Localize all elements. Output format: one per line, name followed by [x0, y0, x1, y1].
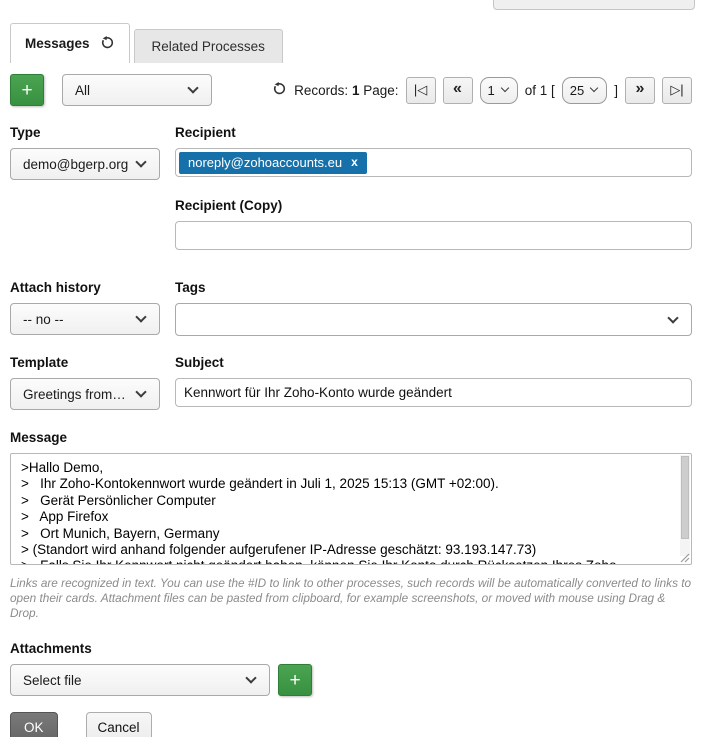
records-label: Records: 1 Page: — [294, 83, 398, 98]
page-select-value: 1 — [488, 83, 495, 98]
type-select[interactable]: demo@bgerp.org — [10, 148, 160, 180]
per-page-select[interactable]: 25 — [562, 77, 607, 104]
form-row-history-tags: Attach history -- no -- Tags — [10, 280, 692, 336]
plus-icon: + — [21, 81, 32, 100]
toolbar: + All Records: 1 Page: |◁ « 1 of 1 [ 25 — [10, 74, 692, 106]
tab-related-processes[interactable]: Related Processes — [134, 29, 283, 63]
filter-select-value: All — [75, 83, 181, 98]
refresh-icon[interactable] — [100, 35, 115, 53]
form-row-type-recipient: Type demo@bgerp.org Recipient noreply@zo… — [10, 125, 692, 180]
template-label: Template — [10, 355, 160, 370]
tab-messages-label: Messages — [25, 36, 90, 51]
chevron-down-icon — [500, 84, 508, 92]
form-row-recipient-copy: Recipient (Copy) — [10, 198, 692, 250]
next-page-button[interactable]: » — [625, 77, 655, 104]
filter-select[interactable]: All — [62, 74, 212, 106]
attachments-label: Attachments — [10, 641, 692, 656]
chevron-down-icon — [245, 673, 256, 684]
first-page-icon: |◁ — [414, 82, 427, 98]
resize-grip-icon[interactable] — [680, 550, 690, 568]
attachments-section: Attachments Select file + — [10, 641, 692, 696]
tags-label: Tags — [175, 280, 692, 295]
subject-label: Subject — [175, 355, 692, 370]
attach-history-label: Attach history — [10, 280, 160, 295]
cancel-button[interactable]: Cancel — [86, 712, 152, 737]
page-select[interactable]: 1 — [480, 77, 518, 104]
first-page-button[interactable]: |◁ — [406, 77, 436, 104]
attach-history-select[interactable]: -- no -- — [10, 303, 160, 335]
pagination: Records: 1 Page: |◁ « 1 of 1 [ 25 ] » ▷| — [272, 77, 692, 104]
form-actions: OK Cancel — [10, 712, 692, 737]
hint-text: Links are recognized in text. You can us… — [10, 576, 692, 621]
chevron-down-icon — [187, 82, 198, 93]
prev-page-button[interactable]: « — [443, 77, 473, 104]
form-row-template-subject: Template Greetings from B... Subject — [10, 355, 692, 410]
plus-icon: + — [289, 671, 300, 690]
subject-input[interactable] — [175, 378, 692, 407]
chip-remove-icon[interactable]: x — [351, 155, 358, 169]
message-section: Message >Hallo Demo, > Ihr Zoho-Kontoken… — [10, 430, 692, 621]
prev-page-icon: « — [453, 80, 462, 98]
message-textarea[interactable]: >Hallo Demo, > Ihr Zoho-Kontokennwort wu… — [10, 453, 692, 565]
last-page-button[interactable]: ▷| — [662, 77, 692, 104]
chevron-down-icon — [135, 156, 146, 167]
messages-panel: Messages Related Processes + All — [10, 0, 692, 737]
attachment-file-select[interactable]: Select file — [10, 664, 270, 696]
tab-bar: Messages Related Processes — [10, 23, 692, 63]
bracket-close-label: ] — [614, 83, 618, 98]
chevron-down-icon — [135, 386, 146, 397]
recipient-label: Recipient — [175, 125, 692, 140]
records-count: 1 — [352, 83, 360, 98]
tags-select[interactable] — [175, 303, 692, 336]
tab-messages[interactable]: Messages — [10, 23, 130, 63]
ok-button[interactable]: OK — [10, 712, 58, 737]
scrollbar-thumb[interactable] — [681, 456, 689, 539]
last-page-icon: ▷| — [670, 82, 683, 98]
type-label: Type — [10, 125, 160, 140]
template-select[interactable]: Greetings from B... — [10, 378, 160, 410]
textarea-scrollbar[interactable] — [680, 455, 690, 556]
refresh-list-icon[interactable] — [272, 81, 287, 99]
per-page-value: 25 — [570, 83, 584, 98]
template-select-value: Greetings from B... — [23, 387, 129, 402]
message-label: Message — [10, 430, 692, 445]
recipient-copy-label: Recipient (Copy) — [175, 198, 692, 213]
add-attachment-button[interactable]: + — [278, 664, 312, 696]
recipient-chip-text: noreply@zohoaccounts.eu — [188, 155, 342, 170]
attachment-file-value: Select file — [23, 673, 239, 688]
next-page-icon: » — [636, 80, 645, 98]
recipient-input[interactable]: noreply@zohoaccounts.eu x — [175, 148, 692, 177]
tab-related-label: Related Processes — [152, 39, 265, 54]
add-message-button[interactable]: + — [10, 74, 44, 106]
recipient-copy-input[interactable] — [175, 221, 692, 250]
of-pages-label: of 1 [ — [525, 83, 555, 98]
chevron-down-icon — [590, 84, 598, 92]
chevron-down-icon — [667, 312, 678, 323]
chevron-down-icon — [135, 311, 146, 322]
recipient-chip: noreply@zohoaccounts.eu x — [179, 152, 367, 174]
attach-history-value: -- no -- — [23, 312, 129, 327]
type-select-value: demo@bgerp.org — [23, 157, 129, 172]
